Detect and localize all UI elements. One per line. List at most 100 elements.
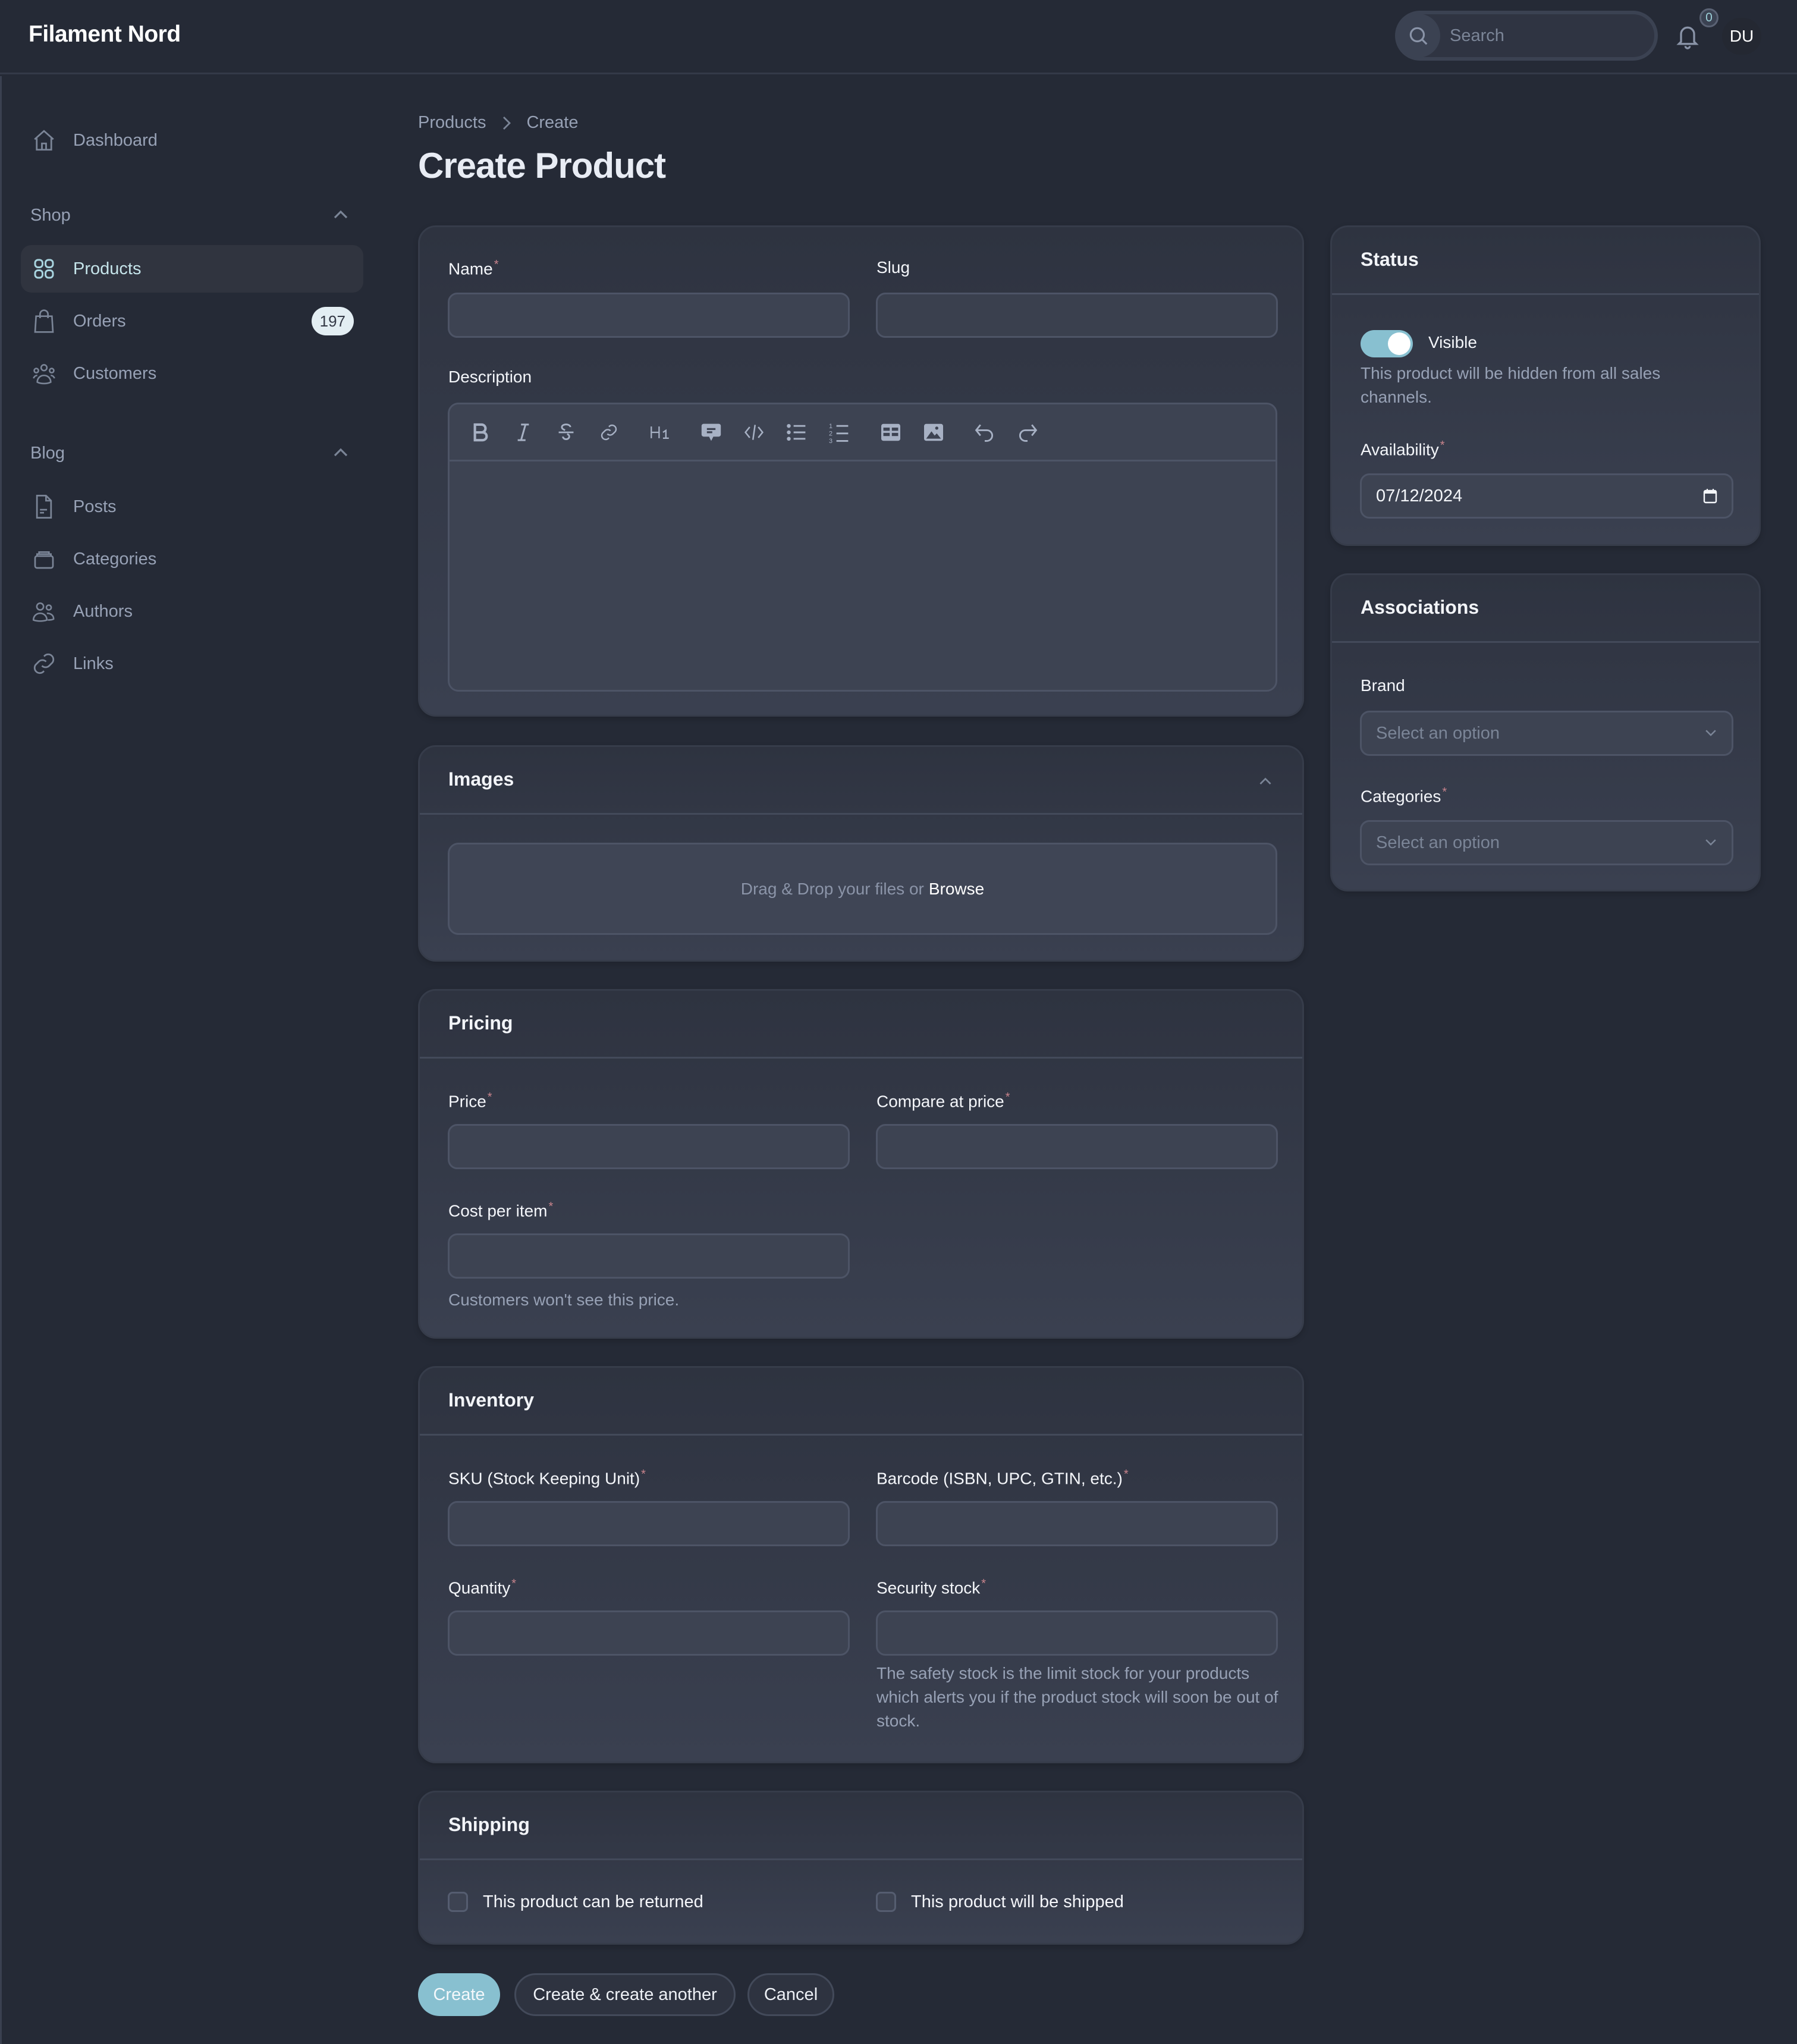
ordered-list-icon[interactable]: 123 xyxy=(827,419,853,445)
sidebar-item-posts[interactable]: Posts xyxy=(21,483,363,530)
breadcrumb: Products Create xyxy=(418,113,579,133)
brand-select[interactable]: Select an option xyxy=(1360,711,1733,756)
sidebar-item-products[interactable]: Products xyxy=(21,245,363,293)
chevron-up-icon[interactable] xyxy=(1258,775,1273,786)
breadcrumb-products[interactable]: Products xyxy=(418,113,486,133)
bell-icon xyxy=(1676,26,1699,49)
users-icon xyxy=(32,598,56,625)
description-textarea[interactable] xyxy=(450,463,1276,690)
name-input[interactable] xyxy=(448,293,850,338)
sidebar-item-customers[interactable]: Customers xyxy=(21,350,363,397)
user-group-icon xyxy=(32,360,56,387)
status-title: Status xyxy=(1361,249,1419,270)
page-title: Create Product xyxy=(418,146,666,186)
sku-input[interactable] xyxy=(448,1501,850,1546)
availability-label: Availability * xyxy=(1361,439,1445,459)
image-icon[interactable] xyxy=(921,419,947,445)
sidebar-item-authors[interactable]: Authors xyxy=(21,588,363,635)
sidebar-item-label: Categories xyxy=(73,549,157,569)
slug-input[interactable] xyxy=(876,293,1278,338)
global-search[interactable]: Search xyxy=(1395,11,1658,61)
strikethrough-icon[interactable] xyxy=(553,419,579,445)
image-dropzone[interactable]: Drag & Drop your files or Browse xyxy=(448,843,1277,935)
code-block-icon[interactable] xyxy=(741,419,767,445)
quantity-label: Quantity * xyxy=(448,1577,517,1597)
name-label: Name * xyxy=(448,258,499,278)
compare-price-input[interactable] xyxy=(876,1124,1278,1169)
heading-icon[interactable] xyxy=(647,419,673,445)
categories-label: Categories * xyxy=(1361,786,1447,806)
slug-label: Slug xyxy=(876,258,910,277)
chevron-down-icon xyxy=(1705,839,1716,846)
sidebar-item-label: Dashboard xyxy=(73,130,158,150)
cost-input[interactable] xyxy=(448,1233,850,1279)
table-icon[interactable] xyxy=(878,419,904,445)
sidebar-item-label: Authors xyxy=(73,601,133,621)
browse-link[interactable]: Browse xyxy=(929,880,984,899)
bullet-list-icon[interactable] xyxy=(784,419,810,445)
svg-text:3: 3 xyxy=(829,438,832,444)
blockquote-icon[interactable] xyxy=(698,419,724,445)
search-icon xyxy=(1396,14,1440,58)
toggle-knob xyxy=(1388,332,1410,355)
squares-icon xyxy=(32,255,56,282)
returnable-checkbox[interactable] xyxy=(448,1892,468,1912)
sidebar-item-dashboard[interactable]: Dashboard xyxy=(21,117,363,164)
notifications-badge: 0 xyxy=(1699,8,1719,27)
shipping-title: Shipping xyxy=(448,1814,530,1835)
create-another-button[interactable]: Create & create another xyxy=(514,1973,736,2016)
sidebar-item-label: Links xyxy=(73,654,114,673)
cost-label: Cost per item * xyxy=(448,1200,554,1220)
italic-icon[interactable] xyxy=(510,419,536,445)
svg-text:2: 2 xyxy=(829,430,832,437)
quantity-input[interactable] xyxy=(448,1610,850,1656)
inventory-section: Inventory SKU (Stock Keeping Unit) * Barc… xyxy=(418,1366,1304,1763)
sidebar-group-shop[interactable]: Shop xyxy=(30,206,71,225)
home-icon xyxy=(32,127,56,154)
link-icon[interactable] xyxy=(596,419,622,445)
categories-select[interactable]: Select an option xyxy=(1360,820,1733,865)
images-title: Images xyxy=(448,768,514,790)
undo-icon[interactable] xyxy=(972,419,998,445)
sidebar-item-links[interactable]: Links xyxy=(21,640,363,687)
chevron-up-icon[interactable] xyxy=(332,446,349,458)
calendar-icon[interactable] xyxy=(1703,488,1717,504)
user-avatar[interactable]: DU xyxy=(1722,18,1761,55)
security-stock-input[interactable] xyxy=(876,1610,1278,1656)
pricing-section: Pricing Price * Compare at price * Cost pe… xyxy=(418,989,1304,1339)
visible-toggle[interactable] xyxy=(1361,330,1413,357)
shipping-header xyxy=(420,1792,1302,1860)
inventory-header xyxy=(420,1368,1302,1436)
svg-text:1: 1 xyxy=(829,422,832,429)
cost-hint: Customers won't see this price. xyxy=(448,1291,680,1309)
pricing-header xyxy=(420,991,1302,1059)
availability-date-input[interactable]: 07/12/2024 xyxy=(1360,473,1733,519)
images-header[interactable] xyxy=(420,747,1302,815)
shipping-section: Shipping This product can be returned Th… xyxy=(418,1791,1304,1945)
shipped-checkbox[interactable] xyxy=(876,1892,896,1912)
compare-price-label: Compare at price * xyxy=(876,1091,1010,1111)
returnable-label[interactable]: This product can be returned xyxy=(483,1892,703,1912)
redo-icon[interactable] xyxy=(1014,419,1041,445)
cancel-button[interactable]: Cancel xyxy=(747,1973,834,2016)
associations-section: Associations Brand Select an option Cate… xyxy=(1330,573,1761,891)
breadcrumb-create: Create xyxy=(526,113,579,132)
sidebar-group-blog[interactable]: Blog xyxy=(30,444,65,463)
sidebar-item-label: Orders xyxy=(73,311,126,331)
availability-value: 07/12/2024 xyxy=(1376,486,1463,505)
chevron-up-icon[interactable] xyxy=(332,208,349,220)
editor-toolbar: 123 xyxy=(450,404,1276,461)
images-section: Images Drag & Drop your files or Browse xyxy=(418,745,1304,962)
inventory-title: Inventory xyxy=(448,1389,535,1411)
sidebar-item-categories[interactable]: Categories xyxy=(21,535,363,583)
status-section: Status Visible This product will be hidd… xyxy=(1330,225,1761,546)
notifications-button[interactable] xyxy=(1675,21,1701,51)
chevron-right-icon xyxy=(503,116,511,130)
create-button[interactable]: Create xyxy=(418,1973,500,2016)
barcode-input[interactable] xyxy=(876,1501,1278,1546)
bold-icon[interactable] xyxy=(467,419,494,445)
app-brand[interactable]: Filament Nord xyxy=(29,21,181,48)
sidebar-item-orders[interactable]: Orders 197 xyxy=(21,297,363,345)
shipped-label[interactable]: This product will be shipped xyxy=(911,1892,1124,1912)
price-input[interactable] xyxy=(448,1124,850,1169)
